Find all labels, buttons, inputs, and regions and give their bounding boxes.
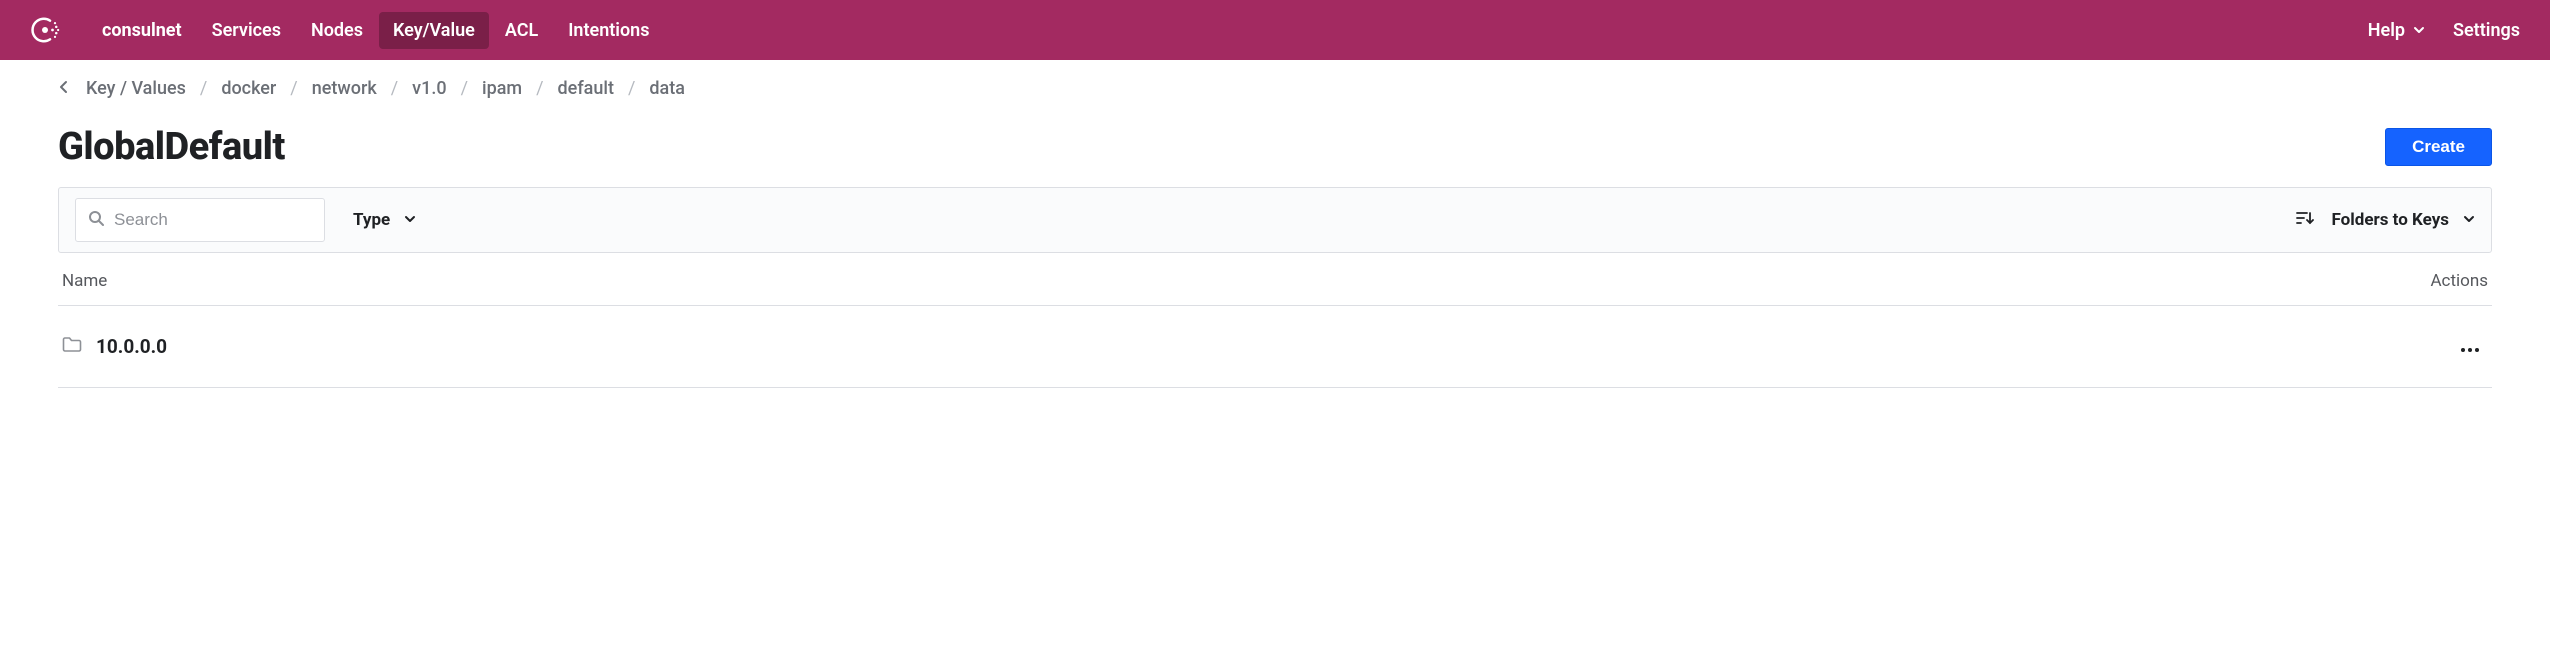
table-header: Name Actions (58, 253, 2492, 306)
nav-primary: consulnet Services Nodes Key/Value ACL I… (88, 12, 663, 49)
breadcrumb-item-v1[interactable]: v1.0 (412, 78, 446, 99)
topbar: consulnet Services Nodes Key/Value ACL I… (0, 0, 2550, 60)
sort-dropdown[interactable]: Folders to Keys (2332, 210, 2476, 230)
nav-help[interactable]: Help (2368, 20, 2425, 41)
breadcrumb-separator: / (200, 78, 207, 99)
table-row[interactable]: 10.0.0.0 (58, 306, 2492, 388)
chevron-left-icon[interactable] (58, 78, 72, 99)
brand-name: consulnet (88, 12, 196, 49)
column-actions: Actions (2430, 271, 2488, 291)
nav-acl[interactable]: ACL (491, 12, 552, 49)
search-input[interactable] (114, 210, 312, 230)
page-title: GlobalDefault (58, 125, 285, 169)
chevron-down-icon (2413, 20, 2425, 41)
breadcrumb-separator: / (536, 78, 543, 99)
nav-nodes[interactable]: Nodes (297, 12, 377, 49)
content: Key / Values / docker / network / v1.0 /… (0, 60, 2550, 388)
breadcrumb-separator: / (628, 78, 635, 99)
breadcrumb-item-default[interactable]: default (558, 78, 614, 99)
breadcrumb-item-docker[interactable]: docker (221, 78, 276, 99)
nav-help-label: Help (2368, 20, 2405, 41)
column-name: Name (62, 271, 107, 291)
breadcrumb-separator: / (391, 78, 398, 99)
title-row: GlobalDefault Create (58, 125, 2492, 169)
breadcrumb: Key / Values / docker / network / v1.0 /… (58, 78, 2492, 99)
nav-services[interactable]: Services (198, 12, 295, 49)
create-button[interactable]: Create (2385, 128, 2492, 166)
nav-settings[interactable]: Settings (2453, 20, 2520, 41)
search-field[interactable] (75, 198, 325, 242)
folder-icon (62, 336, 82, 357)
nav-key-value[interactable]: Key/Value (379, 12, 489, 49)
chevron-down-icon (2463, 210, 2475, 230)
breadcrumb-separator: / (461, 78, 468, 99)
nav-secondary: Help Settings (2368, 20, 2520, 41)
breadcrumb-item-root[interactable]: Key / Values (86, 78, 186, 99)
consul-logo-icon (30, 15, 60, 45)
breadcrumb-item-network[interactable]: network (312, 78, 377, 99)
search-icon (88, 210, 104, 230)
more-icon (2460, 334, 2480, 359)
nav-intentions[interactable]: Intentions (554, 12, 663, 49)
sort-icon (2296, 210, 2314, 230)
chevron-down-icon (404, 210, 416, 230)
sort-group: Folders to Keys (2296, 210, 2476, 230)
breadcrumb-item-ipam[interactable]: ipam (482, 78, 522, 99)
row-actions-button[interactable] (2452, 330, 2488, 363)
row-name: 10.0.0.0 (96, 335, 167, 358)
type-label: Type (353, 210, 390, 230)
sort-label: Folders to Keys (2332, 210, 2450, 230)
breadcrumb-item-data[interactable]: data (649, 78, 685, 99)
type-dropdown[interactable]: Type (349, 204, 420, 236)
filter-bar: Type Folders to Keys (58, 187, 2492, 253)
breadcrumb-separator: / (290, 78, 297, 99)
